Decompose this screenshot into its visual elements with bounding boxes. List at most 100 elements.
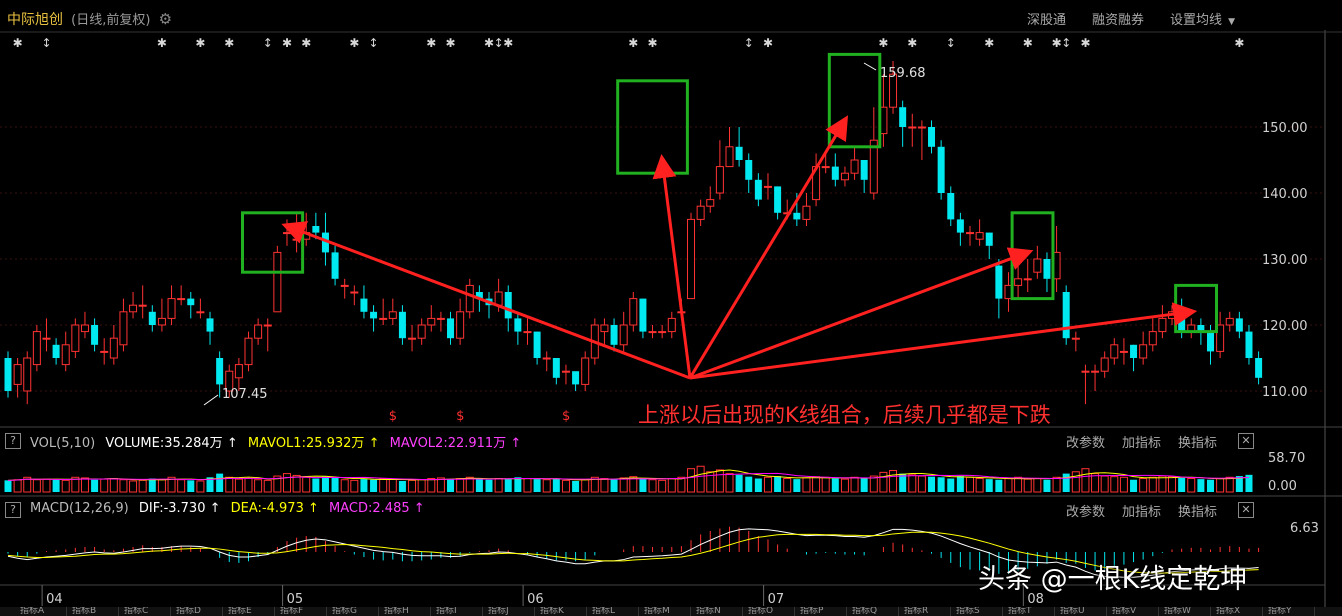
candle-body xyxy=(850,159,859,174)
candle-body xyxy=(1062,292,1070,339)
indicator-tab[interactable]: 指标K xyxy=(540,607,587,616)
volume-bar xyxy=(80,477,89,493)
volume-bar xyxy=(812,476,821,493)
candle-body xyxy=(263,324,272,327)
signal-marker: ↕ xyxy=(946,36,956,50)
candle-body xyxy=(148,311,156,325)
indicator-tab[interactable]: 指标B xyxy=(72,607,119,616)
indicator-tab[interactable]: 指标O xyxy=(748,607,795,616)
candle-body xyxy=(840,172,849,181)
candle-body xyxy=(52,344,60,358)
candle-body xyxy=(1158,317,1167,333)
volume-bar xyxy=(61,479,70,493)
signal-marker: ↕ xyxy=(744,36,754,50)
volume-bar xyxy=(1158,475,1167,493)
signal-marker: ✱ xyxy=(984,36,994,50)
signal-marker: ✱ xyxy=(503,36,513,50)
signal-marker: ↕ xyxy=(41,36,51,50)
indicator-tab[interactable]: 指标Y xyxy=(1268,607,1315,616)
close-icon[interactable]: ✕ xyxy=(1238,502,1254,518)
indicator-tab[interactable]: 指标F xyxy=(280,607,327,616)
indicator-tab[interactable]: 指标D xyxy=(176,607,223,616)
signal-marker: ✱ xyxy=(446,36,456,50)
macd-edit-params-button[interactable]: 改参数 xyxy=(1066,501,1105,520)
volume-bar xyxy=(1216,478,1225,493)
signal-marker: ✱ xyxy=(224,36,234,50)
candle-body xyxy=(408,337,417,340)
up-arrow-icon: ↑ xyxy=(413,501,425,516)
signal-marker: ✱ xyxy=(1023,36,1033,50)
indicator-tab[interactable]: 指标N xyxy=(696,607,743,616)
volume-bar xyxy=(1207,479,1214,492)
indicator-tab[interactable]: 指标S xyxy=(956,607,1003,616)
signal-marker: ✱ xyxy=(1234,36,1244,50)
annotation-text: 上涨以后出现的K线组合，后续几乎都是下跌 xyxy=(638,403,1051,427)
volume-bar xyxy=(533,479,541,492)
indicator-tab[interactable]: 指标R xyxy=(904,607,951,616)
candle-body xyxy=(370,311,378,319)
indicator-tab[interactable]: 指标L xyxy=(592,607,639,616)
indicator-tab[interactable]: 指标H xyxy=(384,607,431,616)
vol-add-indicator-button[interactable]: 加指标 xyxy=(1122,432,1161,451)
help-icon[interactable]: ? xyxy=(5,502,21,518)
volume-bar xyxy=(879,471,888,493)
volume-bar xyxy=(100,478,109,493)
indicator-tab[interactable]: 指标A xyxy=(20,607,67,616)
macd-add-indicator-button[interactable]: 加指标 xyxy=(1122,501,1161,520)
signal-marker: ✱ xyxy=(426,36,436,50)
annotation-arrow xyxy=(688,115,849,379)
candle-body xyxy=(23,357,32,392)
candle-body xyxy=(928,127,936,147)
volume-bar xyxy=(985,479,993,492)
candle-body xyxy=(899,107,907,127)
indicator-tab[interactable]: 指标T xyxy=(1008,607,1055,616)
up-arrow-icon: ↑ xyxy=(510,436,522,451)
indicator-tab[interactable]: 指标Q xyxy=(852,607,899,616)
indicator-tab[interactable]: 指标W xyxy=(1164,607,1211,616)
volume-bar xyxy=(216,473,224,492)
candle-body xyxy=(995,265,1003,299)
indicator-tab[interactable]: 指标G xyxy=(332,607,379,616)
volume-bar xyxy=(514,477,522,492)
candle-body xyxy=(658,331,667,334)
volume-bar xyxy=(4,480,12,492)
candle-body xyxy=(600,324,609,333)
volume-bar xyxy=(1062,473,1070,492)
volume-bar xyxy=(360,479,368,492)
vol-switch-indicator-button[interactable]: 换指标 xyxy=(1178,432,1217,451)
date-tick-label: 04 xyxy=(46,592,63,607)
indicator-tab[interactable]: 指标U xyxy=(1060,607,1107,616)
volume-bar xyxy=(447,479,455,492)
candle-body xyxy=(1225,317,1234,326)
indicator-tab[interactable]: 指标E xyxy=(228,607,275,616)
volume-bar xyxy=(687,468,696,493)
vol-edit-params-button[interactable]: 改参数 xyxy=(1066,432,1105,451)
volume-bar xyxy=(370,479,378,492)
candle-body xyxy=(860,160,868,180)
close-icon[interactable]: ✕ xyxy=(1238,433,1254,449)
indicator-tab[interactable]: 指标I xyxy=(436,607,483,616)
volume-bar xyxy=(196,480,205,493)
date-tick-label: 05 xyxy=(287,592,304,607)
indicator-tab[interactable]: 指标X xyxy=(1216,607,1263,616)
watermark: 头条 @一根K线定乾坤 xyxy=(978,564,1248,595)
candle-body xyxy=(504,292,512,319)
volume-bar xyxy=(1119,476,1128,493)
indicator-tab[interactable]: 指标P xyxy=(800,607,847,616)
indicator-tab[interactable]: 指标C xyxy=(124,607,171,616)
volume-bar xyxy=(398,480,406,492)
candle-body xyxy=(715,166,724,194)
help-icon[interactable]: ? xyxy=(5,433,21,449)
indicator-tab[interactable]: 指标M xyxy=(644,607,691,616)
signal-marker: ✱ xyxy=(763,36,773,50)
indicator-tab[interactable]: 指标V xyxy=(1112,607,1159,616)
candle-body xyxy=(581,357,590,385)
candle-body xyxy=(340,284,349,287)
candle-body xyxy=(1071,337,1080,340)
candle-body xyxy=(331,252,339,279)
macd-switch-indicator-button[interactable]: 换指标 xyxy=(1178,501,1217,520)
candle-body xyxy=(398,311,406,339)
candle-body xyxy=(42,337,51,340)
indicator-tab[interactable]: 指标J xyxy=(488,607,535,616)
volume-bar xyxy=(1014,476,1023,493)
